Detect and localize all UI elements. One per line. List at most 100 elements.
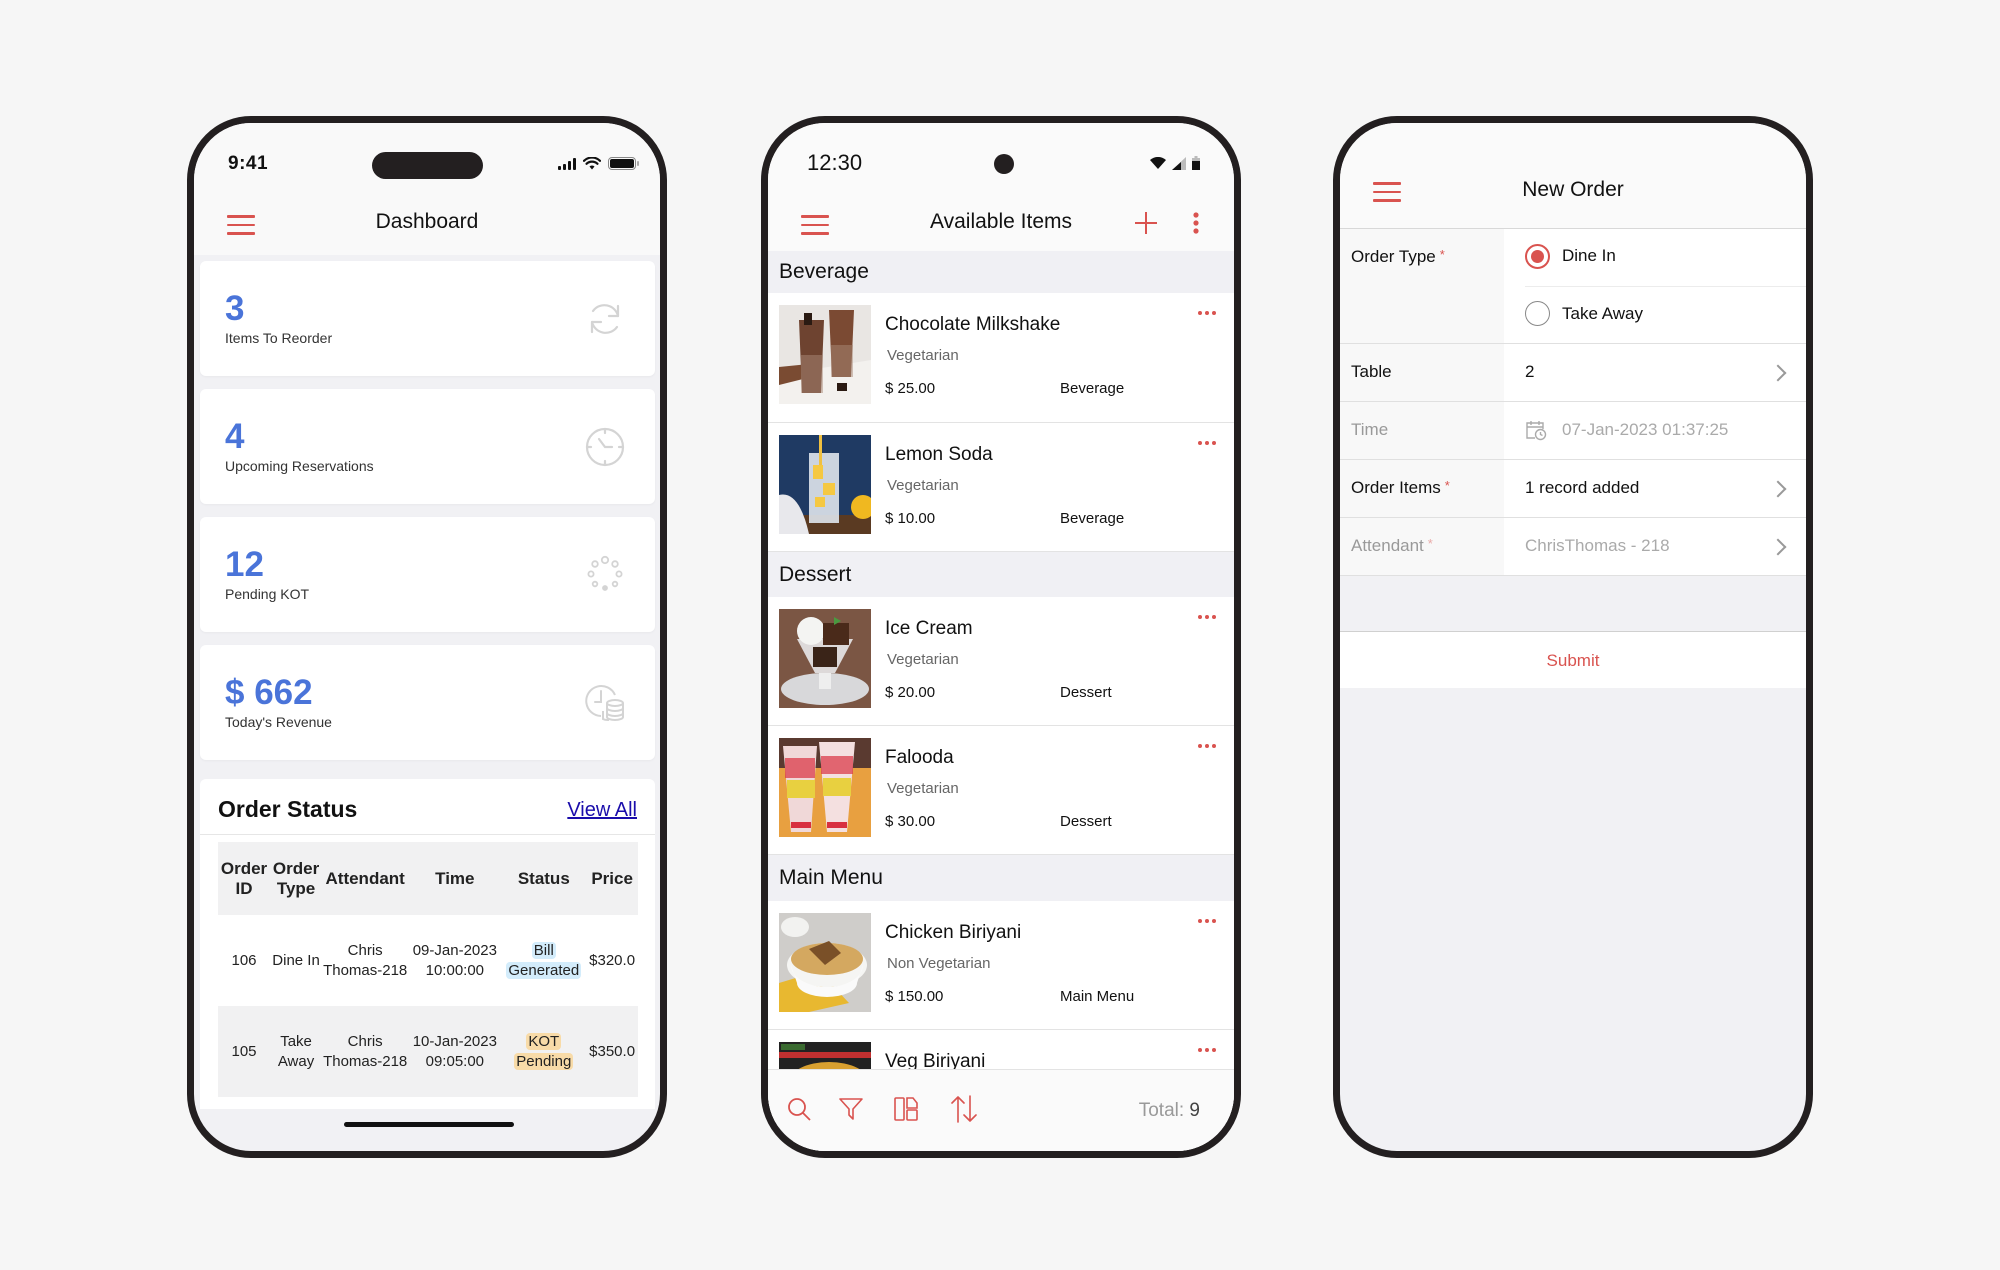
time-label: Time [1351, 420, 1389, 439]
total-value: 9 [1189, 1100, 1200, 1121]
table-row[interactable]: 105 Take Away Chris Thomas-218 10-Jan-20… [218, 1006, 638, 1097]
signal-icon [1172, 156, 1186, 170]
revenue-coins-icon [585, 685, 624, 722]
more-options-icon[interactable] [1198, 437, 1216, 449]
more-options-icon[interactable] [1198, 611, 1216, 623]
stat-label: Items To Reorder [225, 330, 333, 346]
filter-icon[interactable] [839, 1097, 863, 1121]
order-id: 106 [218, 915, 271, 1006]
label-text: Attendant [1351, 536, 1424, 555]
item-category: Dessert [1060, 813, 1112, 830]
dynamic-island [372, 152, 483, 179]
table-row[interactable]: 106 Dine In Chris Thomas-218 09-Jan-2023… [218, 915, 638, 1006]
layout-icon[interactable] [894, 1097, 918, 1121]
list-item[interactable]: Chocolate Milkshake Vegetarian $ 25.00 B… [768, 293, 1234, 423]
home-indicator[interactable] [344, 1122, 514, 1127]
label-text: Order Type [1351, 247, 1436, 266]
column-header: Attendant [322, 842, 409, 915]
add-icon[interactable] [1134, 211, 1158, 235]
stat-label: Upcoming Reservations [225, 458, 374, 474]
order-time: 10-Jan-2023 09:05:00 [408, 1006, 502, 1097]
more-options-icon[interactable] [1198, 307, 1216, 319]
table-label: Table [1351, 362, 1392, 381]
order-status-table: Order ID Order Type Attendant Time Statu… [218, 842, 638, 1097]
item-image-ice-cream [779, 609, 871, 708]
wifi-icon [583, 157, 601, 170]
page-title: Dashboard [375, 210, 479, 233]
section-header-main-menu: Main Menu [768, 855, 1234, 901]
time-field: Time 07-Jan-2023 01:37:25 [1340, 402, 1806, 460]
chevron-right-icon [1769, 538, 1787, 556]
table-value: 2 [1525, 362, 1535, 381]
battery-icon [608, 157, 639, 170]
list-item[interactable]: Lemon Soda Vegetarian $ 10.00 Beverage [768, 423, 1234, 552]
page-title: New Order [1522, 178, 1624, 201]
item-price: $ 30.00 [885, 813, 936, 830]
column-header: Status [501, 842, 587, 915]
sort-icon[interactable] [951, 1095, 977, 1123]
attendant-field[interactable]: Attendant * ChrisThomas - 218 [1340, 518, 1806, 576]
list-item[interactable]: Ice Cream Vegetarian $ 20.00 Dessert [768, 597, 1234, 726]
battery-icon [1192, 156, 1200, 170]
order-type-field: Order Type * Dine In Take Away [1340, 229, 1806, 344]
item-type: Vegetarian [887, 347, 959, 364]
more-vertical-icon[interactable] [1192, 211, 1200, 235]
stat-value: 4 [225, 417, 245, 456]
table-header-row: Order ID Order Type Attendant Time Statu… [218, 842, 638, 915]
attendant-value: ChrisThomas - 218 [1525, 536, 1670, 555]
order-clock: 10:00:00 [425, 961, 485, 979]
order-status: Bill Generated [501, 915, 587, 1006]
column-header: Order Type [270, 842, 323, 915]
radio-take-away[interactable] [1525, 301, 1550, 326]
view-all-link[interactable]: View All [567, 799, 637, 822]
order-price: $350.0 [586, 1006, 638, 1097]
attendant: Chris Thomas-218 [322, 915, 409, 1006]
phone-dashboard: 9:41 Dashboard 3 Items To Reorder 4 Upco… [187, 116, 667, 1158]
stat-card-todays-revenue[interactable]: $ 662 Today's Revenue [200, 645, 655, 760]
status-time: 9:41 [228, 153, 269, 174]
item-image-falooda [779, 738, 871, 837]
divider [1525, 286, 1806, 287]
item-name: Chicken Biriyani [885, 922, 1022, 943]
status-time: 12:30 [807, 150, 863, 175]
required-mark: * [1427, 536, 1433, 551]
order-price: $320.0 [586, 915, 638, 1006]
item-name: Lemon Soda [885, 444, 993, 465]
search-icon[interactable] [787, 1097, 811, 1121]
loading-dots-icon [587, 555, 623, 591]
stat-label: Today's Revenue [225, 714, 332, 730]
submit-button[interactable]: Submit [1340, 631, 1806, 688]
more-options-icon[interactable] [1198, 915, 1216, 927]
chevron-right-icon [1769, 480, 1787, 498]
item-type: Vegetarian [887, 477, 959, 494]
more-options-icon[interactable] [1198, 1044, 1216, 1056]
total-label: Total: [1138, 1100, 1185, 1121]
order-items-field[interactable]: Order Items * 1 record added [1340, 460, 1806, 518]
stat-card-items-to-reorder[interactable]: 3 Items To Reorder [200, 261, 655, 376]
section-header-dessert: Dessert [768, 552, 1234, 597]
calendar-clock-icon [1526, 421, 1547, 441]
stat-value: 12 [225, 545, 264, 584]
item-image-chicken-biriyani [779, 913, 871, 1012]
stat-value: $ 662 [225, 673, 313, 712]
stat-card-pending-kot[interactable]: 12 Pending KOT [200, 517, 655, 632]
radio-label-take-away[interactable]: Take Away [1562, 304, 1643, 324]
list-item[interactable]: Falooda Vegetarian $ 30.00 Dessert [768, 726, 1234, 855]
divider [200, 834, 655, 835]
table-field[interactable]: Table 2 [1340, 344, 1806, 402]
phone-new-order: New Order Order Type * Dine In Take Away … [1333, 116, 1813, 1158]
status-icons [1150, 156, 1200, 170]
order-status-title: Order Status [218, 796, 358, 822]
item-name: Ice Cream [885, 618, 973, 639]
list-item[interactable]: Chicken Biriyani Non Vegetarian $ 150.00… [768, 901, 1234, 1030]
stat-card-upcoming-reservations[interactable]: 4 Upcoming Reservations [200, 389, 655, 504]
clock-icon [585, 427, 625, 467]
radio-dine-in[interactable] [1525, 244, 1550, 269]
item-type: Non Vegetarian [887, 955, 991, 972]
radio-label-dine-in[interactable]: Dine In [1562, 246, 1616, 266]
more-options-icon[interactable] [1198, 740, 1216, 752]
order-status: KOT Pending [501, 1006, 587, 1097]
page-title: Available Items [929, 210, 1073, 233]
column-header: Time [408, 842, 502, 915]
order-date: 09-Jan-2023 [412, 941, 497, 959]
